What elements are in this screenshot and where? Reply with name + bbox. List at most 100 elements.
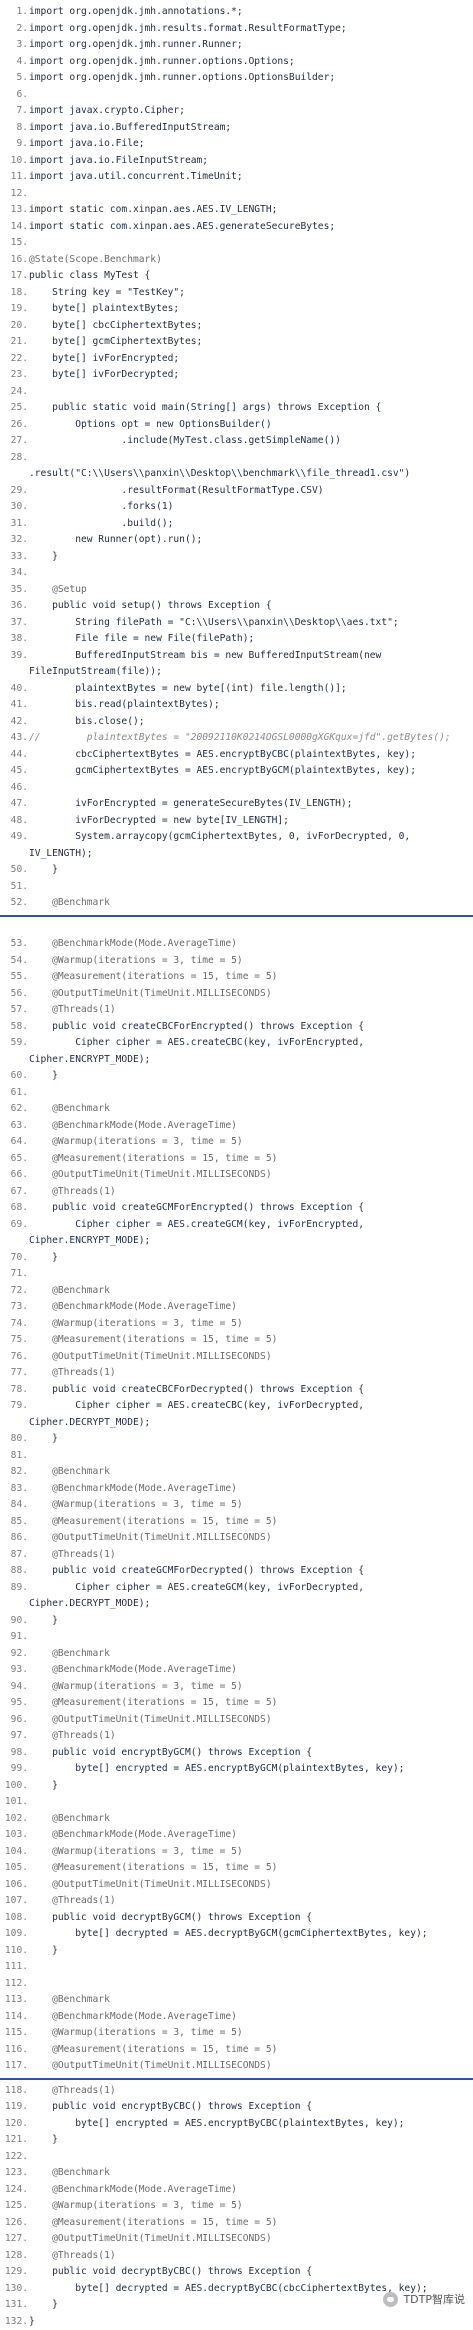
code-text: byte[] ivForEncrypted; (28, 351, 179, 368)
code-text: byte[] decrypted = AES.decryptByGCM(gcmC… (28, 1926, 428, 1943)
line-number: 34. (0, 565, 28, 582)
line-number: 13. (0, 202, 28, 219)
line-number: 83. (0, 1481, 28, 1498)
line-number: 40. (0, 681, 28, 698)
code-text: @Benchmark (28, 1992, 110, 2009)
code-line: 22. byte[] ivForEncrypted; (0, 351, 473, 368)
code-line: 89. Cipher cipher = AES.createGCM(key, i… (0, 1580, 473, 1597)
line-number: 111. (0, 1959, 28, 1976)
code-line: FileInputStream(file)); (0, 664, 473, 681)
code-line (0, 920, 473, 937)
code-line: 18. String key = "TestKey"; (0, 285, 473, 302)
line-number: 102. (0, 1811, 28, 1828)
code-text: .forks(1) (28, 499, 173, 516)
line-number: 2. (0, 21, 28, 38)
code-line: 70. } (0, 1250, 473, 1267)
code-line: 14.import static com.xinpan.aes.AES.gene… (0, 219, 473, 236)
code-text: @Benchmark (28, 895, 110, 912)
line-number: 104. (0, 1844, 28, 1861)
code-line: 126. @Measurement(iterations = 15, time … (0, 2215, 473, 2232)
code-line: 128. @Threads(1) (0, 2248, 473, 2265)
code-line: 3.import org.openjdk.jmh.runner.Runner; (0, 37, 473, 54)
line-number: 73. (0, 1299, 28, 1316)
code-line: IV_LENGTH); (0, 846, 473, 863)
code-text: @Warmup(iterations = 3, time = 5) (28, 1679, 243, 1696)
code-line: 86. @OutputTimeUnit(TimeUnit.MILLISECOND… (0, 1530, 473, 1547)
line-number: 107. (0, 1893, 28, 1910)
line-number: 97. (0, 1728, 28, 1745)
code-text: import javax.crypto.Cipher; (28, 103, 185, 120)
code-text: @Threads(1) (28, 1365, 116, 1382)
line-number: 112. (0, 1976, 28, 1993)
line-number: 41. (0, 697, 28, 714)
code-text: @OutputTimeUnit(TimeUnit.MILLISECONDS) (28, 986, 272, 1003)
code-text: public static void main(String[] args) t… (28, 400, 381, 417)
line-number: 124. (0, 2182, 28, 2199)
line-number: 93. (0, 1662, 28, 1679)
code-line: 27. .include(MyTest.class.getSimpleName(… (0, 433, 473, 450)
line-number: 128. (0, 2248, 28, 2265)
line-number: 57. (0, 1002, 28, 1019)
code-text: .result("C:\\Users\\panxin\\Desktop\\ben… (28, 466, 410, 483)
line-number: 55. (0, 969, 28, 986)
code-line: .result("C:\\Users\\panxin\\Desktop\\ben… (0, 466, 473, 483)
code-line: 59. Cipher cipher = AES.createCBC(key, i… (0, 1035, 473, 1052)
line-number: 77. (0, 1365, 28, 1382)
line-number: 25. (0, 400, 28, 417)
line-number: 67. (0, 1184, 28, 1201)
line-number: 106. (0, 1877, 28, 1894)
code-line: 122. (0, 2149, 473, 2166)
line-number: 62. (0, 1101, 28, 1118)
watermark: TDTP智库说 (383, 2291, 465, 2307)
line-number: 1. (0, 4, 28, 21)
code-line: 119. public void encryptByCBC() throws E… (0, 2099, 473, 2116)
line-number: 4. (0, 54, 28, 71)
wechat-icon (383, 2292, 398, 2307)
line-number: 95. (0, 1695, 28, 1712)
code-line: 17.public class MyTest { (0, 268, 473, 285)
code-line: 109. byte[] decrypted = AES.decryptByGCM… (0, 1926, 473, 1943)
code-text: } (28, 1068, 58, 1085)
line-number: 48. (0, 813, 28, 830)
code-text: @Measurement(iterations = 15, time = 5) (28, 969, 277, 986)
code-text: import java.io.FileInputStream; (28, 153, 208, 170)
line-number: 58. (0, 1019, 28, 1036)
code-line: 57. @Threads(1) (0, 1002, 473, 1019)
line-number: 53. (0, 936, 28, 953)
line-number: 101. (0, 1794, 28, 1811)
code-line: 38. File file = new File(filePath); (0, 631, 473, 648)
code-line: 100. } (0, 1778, 473, 1795)
code-line: 75. @Measurement(iterations = 15, time =… (0, 1332, 473, 1349)
code-text: public void setup() throws Exception { (28, 598, 272, 615)
code-line: 24. (0, 384, 473, 401)
line-number: 3. (0, 37, 28, 54)
code-line: 67. @Threads(1) (0, 1184, 473, 1201)
code-text: @OutputTimeUnit(TimeUnit.MILLISECONDS) (28, 1530, 272, 1547)
line-number: 82. (0, 1464, 28, 1481)
code-line: 93. @BenchmarkMode(Mode.AverageTime) (0, 1662, 473, 1679)
code-text: @Measurement(iterations = 15, time = 5) (28, 1695, 277, 1712)
code-line: 6. (0, 87, 473, 104)
code-text: @Threads(1) (28, 1184, 116, 1201)
code-line: 110. } (0, 1943, 473, 1960)
code-text: @Threads(1) (28, 2083, 116, 2100)
code-line: 114. @BenchmarkMode(Mode.AverageTime) (0, 2009, 473, 2026)
code-text: File file = new File(filePath); (28, 631, 254, 648)
line-number: 26. (0, 417, 28, 434)
line-number: 49. (0, 829, 28, 846)
line-number: 38. (0, 631, 28, 648)
line-number: 51. (0, 879, 28, 896)
code-text: @Setup (28, 582, 87, 599)
code-line: 125. @Warmup(iterations = 3, time = 5) (0, 2198, 473, 2215)
code-text: } (28, 2297, 58, 2314)
line-number: 28. (0, 450, 28, 467)
code-line: Cipher.DECRYPT_MODE); (0, 1415, 473, 1432)
code-line: 88. public void createGCMForDecrypted() … (0, 1563, 473, 1580)
code-text: @Threads(1) (28, 1893, 116, 1910)
line-number: 94. (0, 1679, 28, 1696)
line-number: 36. (0, 598, 28, 615)
line-number: 19. (0, 301, 28, 318)
line-number: 85. (0, 1514, 28, 1531)
code-text: Cipher.ENCRYPT_MODE); (28, 1052, 150, 1069)
code-line: 121. } (0, 2132, 473, 2149)
